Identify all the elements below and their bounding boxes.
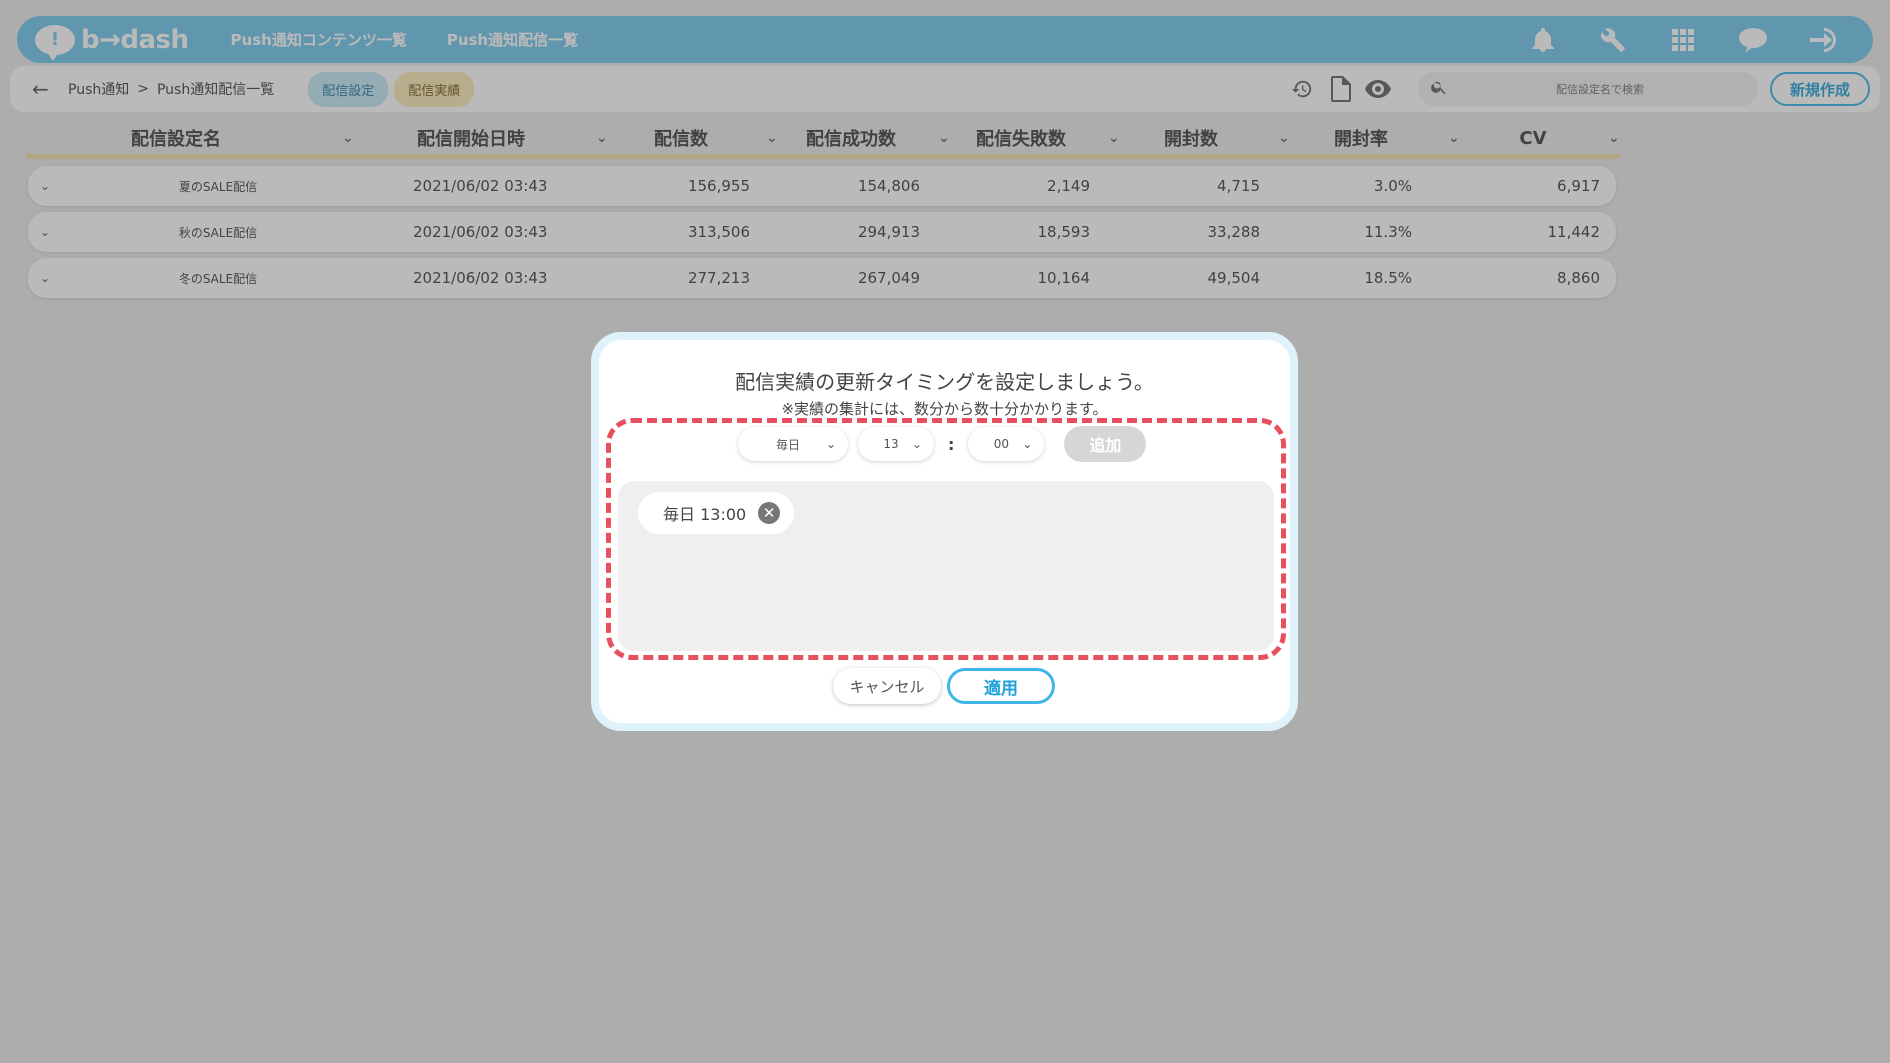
dialog-actions: キャンセル 適用 (833, 668, 1055, 704)
apply-button[interactable]: 適用 (947, 668, 1055, 704)
frequency-select[interactable]: 毎日 ⌄ (738, 427, 848, 461)
dialog-subtitle: ※実績の集計には、数分から数十分かかります。 (781, 400, 1108, 418)
chevron-down-icon: ⌄ (1022, 437, 1033, 451)
timing-controls: 毎日 ⌄ 13 ⌄ : 00 ⌄ 追加 (738, 426, 1147, 462)
frequency-value: 毎日 (775, 437, 800, 452)
time-colon: : (948, 434, 955, 454)
minute-select[interactable]: 00 ⌄ (968, 427, 1045, 461)
schedule-chip: 毎日 13:00 ✕ (638, 492, 795, 534)
add-button[interactable]: 追加 (1064, 426, 1147, 462)
dialog-title: 配信実績の更新タイミングを設定しましょう。 (735, 370, 1154, 394)
cancel-button[interactable]: キャンセル (833, 668, 941, 704)
hour-value: 13 (883, 437, 899, 451)
hour-select[interactable]: 13 ⌄ (858, 427, 934, 461)
remove-chip-icon[interactable]: ✕ (758, 502, 781, 524)
minute-value: 00 (993, 437, 1010, 451)
chip-label: 毎日 13:00 (663, 505, 747, 524)
schedule-list: 毎日 13:00 ✕ (618, 481, 1274, 651)
app-root: ! b→dash Push通知コンテンツ一覧 Push通知配信一覧 ← Push… (0, 0, 1890, 1063)
chevron-down-icon: ⌄ (911, 437, 922, 451)
chevron-down-icon: ⌄ (825, 437, 836, 451)
